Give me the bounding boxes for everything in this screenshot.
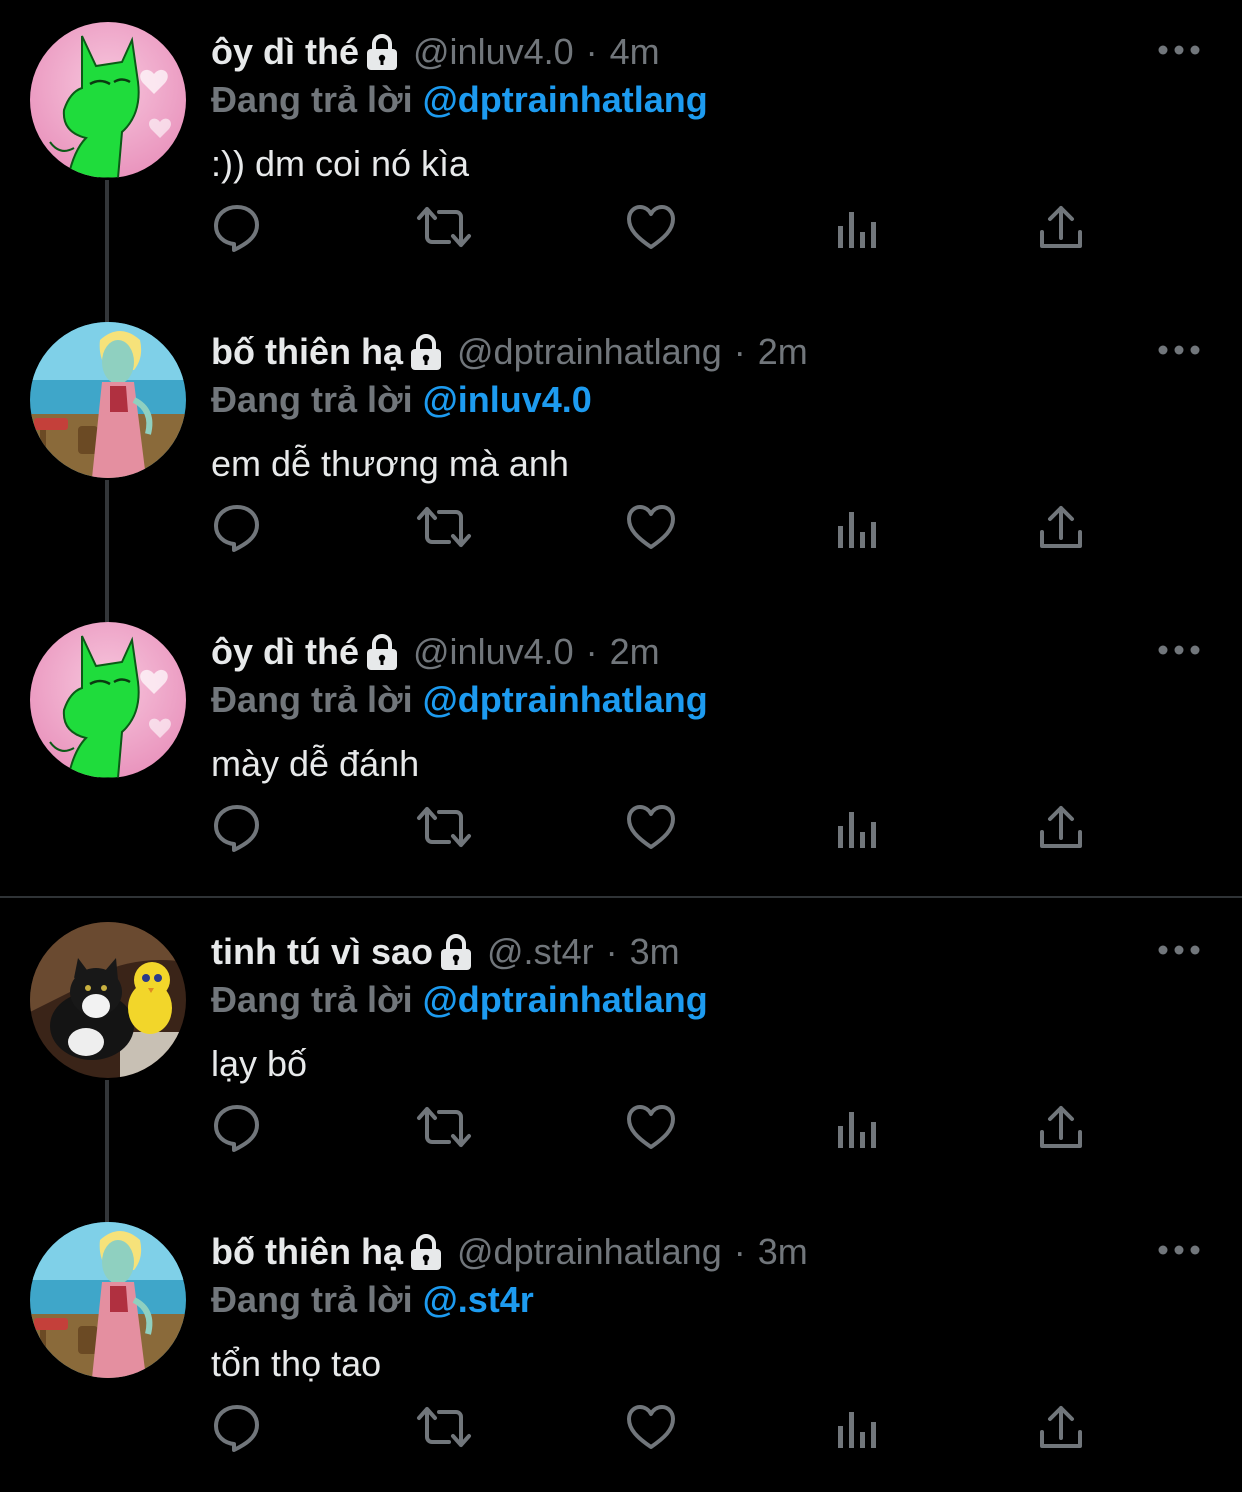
retweet-icon[interactable] bbox=[415, 500, 473, 554]
reply-prefix: Đang trả lời bbox=[211, 679, 413, 720]
share-icon[interactable] bbox=[1034, 800, 1088, 854]
retweet-icon[interactable] bbox=[415, 1400, 473, 1454]
more-icon[interactable] bbox=[1156, 636, 1202, 664]
reply-prefix: Đang trả lời bbox=[211, 379, 413, 420]
tweet-3[interactable]: ôy dì thé @inluv4.0 · 2m Đang trả lời @dp… bbox=[0, 600, 1242, 900]
tweet-1[interactable]: ôy dì thé @inluv4.0 · 4m Đang trả lời @dp… bbox=[0, 0, 1242, 300]
squidward-avatar[interactable] bbox=[30, 322, 186, 478]
separator-dot: · bbox=[733, 331, 746, 372]
reply-context: Đang trả lời @inluv4.0 bbox=[211, 376, 592, 424]
tweet-time[interactable]: 2m bbox=[758, 328, 808, 376]
reply-target-handle[interactable]: @dptrainhatlang bbox=[423, 979, 708, 1020]
tweet-time[interactable]: 2m bbox=[610, 628, 660, 676]
analytics-icon[interactable] bbox=[831, 800, 885, 854]
reply-prefix: Đang trả lời bbox=[211, 979, 413, 1020]
reply-prefix: Đang trả lời bbox=[211, 1279, 413, 1320]
analytics-icon[interactable] bbox=[831, 500, 885, 554]
tweet-header: tinh tú vì sao @.st4r · 3m bbox=[211, 928, 680, 976]
more-icon[interactable] bbox=[1156, 336, 1202, 364]
tweet-header: bố thiên hạ @dptrainhatlang · 2m bbox=[211, 328, 808, 376]
separator-dot: · bbox=[605, 931, 618, 972]
reply-icon[interactable] bbox=[210, 200, 264, 254]
tweet-time[interactable]: 3m bbox=[630, 928, 680, 976]
tweet-5[interactable]: bố thiên hạ @dptrainhatlang · 3m Đang tr… bbox=[0, 1200, 1242, 1492]
retweet-icon[interactable] bbox=[415, 1100, 473, 1154]
reply-target-handle[interactable]: @dptrainhatlang bbox=[423, 79, 708, 120]
reply-icon[interactable] bbox=[210, 800, 264, 854]
user-handle[interactable]: @inluv4.0 bbox=[413, 628, 574, 676]
analytics-icon[interactable] bbox=[831, 1100, 885, 1154]
tweet-text: mày dễ đánh bbox=[211, 743, 420, 784]
like-icon[interactable] bbox=[624, 200, 678, 254]
retweet-icon[interactable] bbox=[415, 200, 473, 254]
separator-dot: · bbox=[733, 1231, 746, 1272]
display-name[interactable]: bố thiên hạ bbox=[211, 328, 403, 376]
more-icon[interactable] bbox=[1156, 1236, 1202, 1264]
user-handle[interactable]: @dptrainhatlang bbox=[457, 1228, 722, 1276]
more-icon[interactable] bbox=[1156, 36, 1202, 64]
reply-target-handle[interactable]: @dptrainhatlang bbox=[423, 679, 708, 720]
reply-icon[interactable] bbox=[210, 500, 264, 554]
display-name[interactable]: bố thiên hạ bbox=[211, 1228, 403, 1276]
analytics-icon[interactable] bbox=[831, 200, 885, 254]
lock-icon bbox=[365, 633, 399, 671]
lock-icon bbox=[409, 1233, 443, 1271]
tweet-time[interactable]: 3m bbox=[758, 1228, 808, 1276]
reply-context: Đang trả lời @dptrainhatlang bbox=[211, 76, 708, 124]
squidward-avatar[interactable] bbox=[30, 1222, 186, 1378]
share-icon[interactable] bbox=[1034, 200, 1088, 254]
tweet-time[interactable]: 4m bbox=[610, 28, 660, 76]
tweet-text: tổn thọ tao bbox=[211, 1343, 382, 1384]
reply-context: Đang trả lời @dptrainhatlang bbox=[211, 676, 708, 724]
user-handle[interactable]: @dptrainhatlang bbox=[457, 328, 722, 376]
reply-target-handle[interactable]: @.st4r bbox=[423, 1279, 534, 1320]
retweet-icon[interactable] bbox=[415, 800, 473, 854]
share-icon[interactable] bbox=[1034, 1400, 1088, 1454]
tweet-2[interactable]: bố thiên hạ @dptrainhatlang · 2m Đang tr… bbox=[0, 300, 1242, 600]
conversation-feed: ôy dì thé @inluv4.0 · 4m Đang trả lời @dp… bbox=[0, 0, 1242, 1492]
tweet-text: :)) dm coi nó kìa bbox=[211, 143, 470, 184]
display-name[interactable]: ôy dì thé bbox=[211, 28, 359, 76]
cat-tweety-avatar[interactable] bbox=[30, 922, 186, 1078]
tweet-text: lạy bố bbox=[211, 1043, 308, 1084]
tweet-header: ôy dì thé @inluv4.0 · 2m bbox=[211, 628, 660, 676]
display-name[interactable]: tinh tú vì sao bbox=[211, 928, 433, 976]
analytics-icon[interactable] bbox=[831, 1400, 885, 1454]
reply-context: Đang trả lời @.st4r bbox=[211, 1276, 534, 1324]
user-handle[interactable]: @inluv4.0 bbox=[413, 28, 574, 76]
display-name[interactable]: ôy dì thé bbox=[211, 628, 359, 676]
reply-icon[interactable] bbox=[210, 1100, 264, 1154]
tweet-text: em dễ thương mà anh bbox=[211, 443, 569, 484]
tweet-header: ôy dì thé @inluv4.0 · 4m bbox=[211, 28, 660, 76]
separator-dot: · bbox=[585, 631, 598, 672]
like-icon[interactable] bbox=[624, 800, 678, 854]
share-icon[interactable] bbox=[1034, 1100, 1088, 1154]
separator-dot: · bbox=[585, 31, 598, 72]
reply-target-handle[interactable]: @inluv4.0 bbox=[423, 379, 592, 420]
like-icon[interactable] bbox=[624, 1100, 678, 1154]
like-icon[interactable] bbox=[624, 1400, 678, 1454]
green-cat-avatar[interactable] bbox=[30, 22, 186, 178]
share-icon[interactable] bbox=[1034, 500, 1088, 554]
tweet-4[interactable]: tinh tú vì sao @.st4r · 3m Đang trả lời @… bbox=[0, 900, 1242, 1200]
lock-icon bbox=[365, 33, 399, 71]
reply-context: Đang trả lời @dptrainhatlang bbox=[211, 976, 708, 1024]
more-icon[interactable] bbox=[1156, 936, 1202, 964]
green-cat-avatar[interactable] bbox=[30, 622, 186, 778]
lock-icon bbox=[409, 333, 443, 371]
lock-icon bbox=[439, 933, 473, 971]
like-icon[interactable] bbox=[624, 500, 678, 554]
tweet-header: bố thiên hạ @dptrainhatlang · 3m bbox=[211, 1228, 808, 1276]
reply-icon[interactable] bbox=[210, 1400, 264, 1454]
user-handle[interactable]: @.st4r bbox=[487, 928, 594, 976]
reply-prefix: Đang trả lời bbox=[211, 79, 413, 120]
